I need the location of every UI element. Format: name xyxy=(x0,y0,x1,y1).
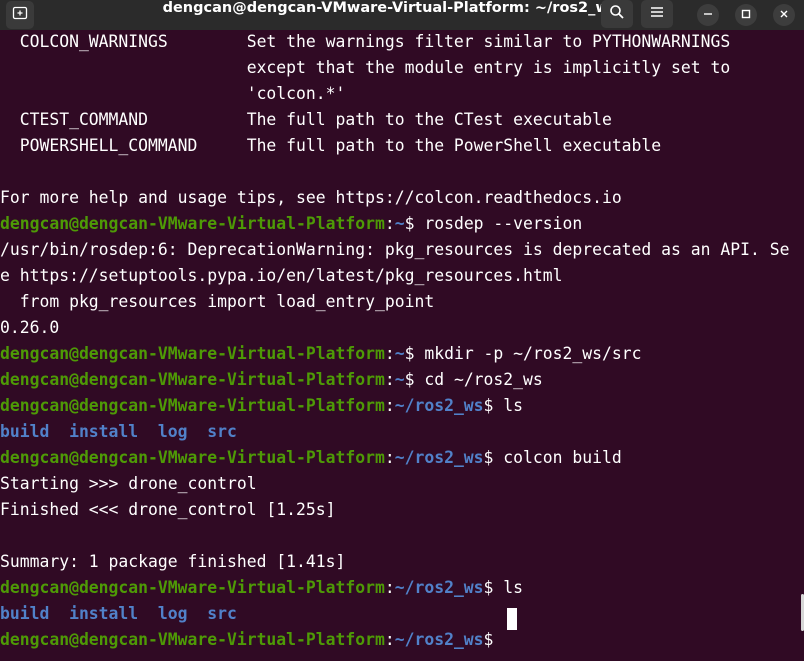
terminal-text-segment: build install log src xyxy=(0,604,237,623)
terminal-text-segment: $ ls xyxy=(483,396,524,415)
title-bar: dengcan@dengcan-VMware-Virtual-Platform:… xyxy=(0,0,804,30)
minimize-icon xyxy=(703,6,713,24)
terminal-text-segment: For more help and usage tips, see https:… xyxy=(0,188,622,207)
terminal-text-segment: : xyxy=(384,630,395,649)
hamburger-menu-icon xyxy=(650,5,664,23)
terminal-text-segment: : xyxy=(384,214,395,233)
terminal-line: dengcan@dengcan-VMware-Virtual-Platform:… xyxy=(0,396,523,422)
terminal-text-segment: : xyxy=(384,370,395,389)
terminal-text-segment: /usr/bin/rosdep:6: DeprecationWarning: p… xyxy=(0,240,790,259)
terminal-line: dengcan@dengcan-VMware-Virtual-Platform:… xyxy=(0,578,523,604)
terminal-text-segment: $ mkdir -p ~/ros2_ws/src xyxy=(404,344,642,363)
terminal-line: COLCON_WARNINGS Set the warnings filter … xyxy=(0,32,731,58)
terminal-output[interactable]: COLCON_WARNINGS Set the warnings filter … xyxy=(0,30,804,661)
terminal-text-segment: COLCON_WARNINGS Set the warnings filter … xyxy=(0,32,731,51)
terminal-text-segment: Starting >>> drone_control xyxy=(0,474,257,493)
terminal-text-segment: dengcan@dengcan-VMware-Virtual-Platform xyxy=(0,578,385,597)
terminal-cursor xyxy=(507,608,517,630)
terminal-text-segment: build install log src xyxy=(0,422,237,441)
close-button[interactable] xyxy=(773,4,795,26)
terminal-text-segment: : xyxy=(384,448,395,467)
terminal-text-segment: Finished <<< drone_control [1.25s] xyxy=(0,500,336,519)
terminal-line: POWERSHELL_COMMAND The full path to the … xyxy=(0,136,661,162)
terminal-text-segment: : xyxy=(384,396,395,415)
terminal-text-segment: ~/ros2_ws xyxy=(394,448,484,467)
terminal-text-segment: : xyxy=(384,578,395,597)
terminal-line: CTEST_COMMAND The full path to the CTest… xyxy=(0,110,612,136)
terminal-line: from pkg_resources import load_entry_poi… xyxy=(0,292,434,318)
terminal-text-segment: ~/ros2_ws xyxy=(394,578,484,597)
terminal-text-segment: ~ xyxy=(394,370,405,389)
terminal-text-segment: dengcan@dengcan-VMware-Virtual-Platform xyxy=(0,344,385,363)
terminal-line: build install log src xyxy=(0,604,237,630)
terminal-text-segment: ~/ros2_ws xyxy=(394,396,484,415)
terminal-text-segment: from pkg_resources import load_entry_poi… xyxy=(0,292,435,311)
terminal-text-segment: POWERSHELL_COMMAND The full path to the … xyxy=(0,136,662,155)
terminal-text-segment: $ ls xyxy=(483,578,524,597)
terminal-text-segment: dengcan@dengcan-VMware-Virtual-Platform xyxy=(0,630,385,649)
terminal-line: Starting >>> drone_control xyxy=(0,474,257,500)
terminal-text-segment: ~/ros2_ws xyxy=(394,630,484,649)
terminal-line: e https://setuptools.pypa.io/en/latest/p… xyxy=(0,266,562,292)
minimize-button[interactable] xyxy=(697,4,719,26)
terminal-text-segment: dengcan@dengcan-VMware-Virtual-Platform xyxy=(0,396,385,415)
terminal-line: except that the module entry is implicit… xyxy=(0,58,731,84)
new-tab-button[interactable] xyxy=(6,1,34,29)
maximize-icon xyxy=(741,6,751,24)
maximize-button[interactable] xyxy=(735,4,757,26)
terminal-line: dengcan@dengcan-VMware-Virtual-Platform:… xyxy=(0,448,622,474)
terminal-text-segment: $ cd ~/ros2_ws xyxy=(404,370,543,389)
terminal-text-segment: : xyxy=(384,344,395,363)
terminal-text-segment: dengcan@dengcan-VMware-Virtual-Platform xyxy=(0,370,385,389)
menu-button[interactable] xyxy=(641,0,673,28)
terminal-text-segment: ~ xyxy=(394,344,405,363)
terminal-text-segment: 'colcon.*' xyxy=(0,84,346,103)
terminal-text-segment: CTEST_COMMAND The full path to the CTest… xyxy=(0,110,612,129)
terminal-line: dengcan@dengcan-VMware-Virtual-Platform:… xyxy=(0,370,543,396)
terminal-line: For more help and usage tips, see https:… xyxy=(0,188,622,214)
search-icon xyxy=(609,4,625,25)
terminal-text-segment: 0.26.0 xyxy=(0,318,60,337)
terminal-text-segment: dengcan@dengcan-VMware-Virtual-Platform xyxy=(0,214,385,233)
terminal-text-segment: $ xyxy=(483,630,504,649)
terminal-line: /usr/bin/rosdep:6: DeprecationWarning: p… xyxy=(0,240,789,266)
search-button[interactable] xyxy=(601,0,633,28)
terminal-line: Finished <<< drone_control [1.25s] xyxy=(0,500,336,526)
terminal-line: dengcan@dengcan-VMware-Virtual-Platform:… xyxy=(0,214,582,240)
terminal-text-segment: $ colcon build xyxy=(483,448,622,467)
terminal-text-segment: e https://setuptools.pypa.io/en/latest/p… xyxy=(0,266,563,285)
close-icon xyxy=(779,6,789,24)
terminal-line: build install log src xyxy=(0,422,237,448)
terminal-line: dengcan@dengcan-VMware-Virtual-Platform:… xyxy=(0,344,641,370)
terminal-line: 0.26.0 xyxy=(0,318,59,344)
terminal-text-segment: except that the module entry is implicit… xyxy=(0,58,731,77)
window-title: dengcan@dengcan-VMware-Virtual-Platform:… xyxy=(162,0,618,16)
new-tab-icon xyxy=(12,5,28,26)
terminal-text-segment: Summary: 1 package finished [1.41s] xyxy=(0,552,346,571)
terminal-line: 'colcon.*' xyxy=(0,84,346,110)
terminal-text-segment: dengcan@dengcan-VMware-Virtual-Platform xyxy=(0,448,385,467)
terminal-line: Summary: 1 package finished [1.41s] xyxy=(0,552,345,578)
terminal-text-segment: ~ xyxy=(394,214,405,233)
terminal-line: dengcan@dengcan-VMware-Virtual-Platform:… xyxy=(0,630,503,656)
terminal-text-segment: $ rosdep --version xyxy=(404,214,583,233)
